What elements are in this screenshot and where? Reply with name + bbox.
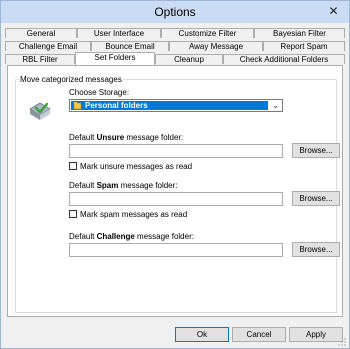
unsure-folder-input[interactable] (69, 144, 283, 158)
mark-unsure-read-checkbox[interactable] (69, 162, 77, 170)
chevron-down-icon[interactable]: ⌄ (272, 100, 279, 111)
tab-customize-filter[interactable]: Customize Filter (161, 28, 254, 38)
mark-unsure-read-label: Mark unsure messages as read (80, 162, 193, 171)
tab-user-interface[interactable]: User Interface (77, 28, 161, 38)
personal-folders-icon (73, 102, 82, 110)
spam-folder-label: Default Spam message folder: (69, 181, 178, 190)
tab-set-folders[interactable]: Set Folders (75, 52, 155, 65)
tab-challenge-email[interactable]: Challenge Email (5, 41, 91, 51)
challenge-label-bold: Challenge (96, 232, 135, 241)
apply-button[interactable]: Apply (289, 327, 343, 342)
spam-label-bold: Spam (96, 181, 119, 190)
challenge-label-suffix: message folder: (134, 232, 194, 241)
options-window: Options ✕ General User Interface Customi… (0, 0, 350, 349)
storage-selected-item: Personal folders (71, 101, 268, 110)
challenge-browse-button[interactable]: Browse... (292, 242, 340, 257)
mark-spam-read-checkbox[interactable] (69, 210, 77, 218)
tab-row-3: RBL Filter Set Folders Cleanup Check Add… (5, 52, 345, 65)
unsure-label-bold: Unsure (96, 133, 125, 142)
tab-cleanup[interactable]: Cleanup (155, 54, 223, 64)
shield-flag-icon (29, 102, 51, 120)
resize-grip-icon[interactable] (338, 338, 346, 346)
tab-report-spam[interactable]: Report Spam (263, 41, 345, 51)
mark-spam-read-label: Mark spam messages as read (80, 210, 188, 219)
unsure-label-prefix: Default (69, 133, 97, 142)
spam-browse-button[interactable]: Browse... (292, 191, 340, 206)
storage-select[interactable]: Personal folders ⌄ (69, 99, 283, 112)
spam-folder-input[interactable] (69, 192, 283, 206)
group-title: Move categorized messages (19, 75, 123, 84)
spam-label-prefix: Default (69, 181, 97, 190)
challenge-folder-input[interactable] (69, 243, 283, 257)
move-messages-group: Move categorized messages Choose Storage… (15, 75, 340, 313)
tab-bounce-email[interactable]: Bounce Email (91, 41, 169, 51)
unsure-browse-button[interactable]: Browse... (292, 143, 340, 158)
storage-label: Choose Storage: (69, 88, 130, 97)
challenge-label-prefix: Default (69, 232, 97, 241)
client-area: General User Interface Customize Filter … (2, 23, 348, 348)
tab-row-2: Challenge Email Bounce Email Away Messag… (5, 41, 345, 52)
challenge-folder-label: Default Challenge message folder: (69, 232, 194, 241)
tab-check-additional-folders[interactable]: Check Additional Folders (223, 54, 345, 64)
title-bar[interactable]: Options ✕ (1, 1, 349, 23)
close-button[interactable]: ✕ (326, 4, 341, 18)
tab-away-message[interactable]: Away Message (169, 41, 263, 51)
unsure-label-suffix: message folder: (124, 133, 184, 142)
set-folders-panel: Move categorized messages Choose Storage… (7, 65, 343, 317)
tab-general[interactable]: General (5, 28, 77, 38)
window-title: Options (154, 5, 196, 19)
cancel-button[interactable]: Cancel (232, 327, 286, 342)
tab-rbl-filter[interactable]: RBL Filter (5, 54, 75, 64)
unsure-folder-label: Default Unsure message folder: (69, 133, 183, 142)
tab-row-1: General User Interface Customize Filter … (5, 28, 345, 39)
tab-bayesian-filter[interactable]: Bayesian Filter (254, 28, 345, 38)
storage-value: Personal folders (85, 101, 148, 110)
ok-button[interactable]: Ok (175, 327, 229, 342)
spam-label-suffix: message folder: (118, 181, 178, 190)
